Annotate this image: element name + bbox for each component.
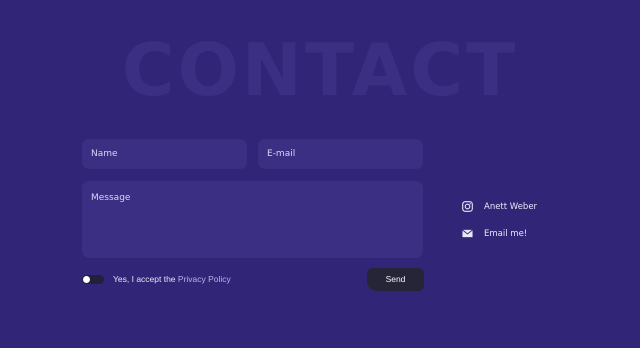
consent-prefix: Yes, I accept the [113, 274, 178, 284]
email-input[interactable]: E-mail [258, 139, 423, 169]
background-title: CONTACT [121, 28, 519, 112]
toggle-knob [83, 276, 90, 283]
privacy-toggle[interactable] [82, 275, 104, 284]
email-link[interactable]: Email me! [462, 228, 527, 239]
instagram-label: Anett Weber [484, 201, 538, 212]
email-placeholder: E-mail [267, 149, 296, 159]
message-textarea[interactable]: Message [82, 181, 423, 258]
send-button[interactable]: Send [367, 268, 424, 291]
name-input[interactable]: Name [82, 139, 247, 169]
privacy-policy-link[interactable]: Privacy Policy [178, 274, 231, 284]
mail-icon [462, 229, 473, 238]
consent-text: Yes, I accept the Privacy Policy [113, 274, 231, 284]
instagram-link[interactable]: Anett Weber [462, 201, 537, 212]
message-placeholder: Message [91, 193, 131, 203]
contact-page: CONTACT Name E-mail Message Yes, I accep… [0, 0, 640, 348]
name-placeholder: Name [91, 149, 118, 159]
email-label: Email me! [484, 228, 528, 239]
instagram-icon [462, 201, 473, 212]
